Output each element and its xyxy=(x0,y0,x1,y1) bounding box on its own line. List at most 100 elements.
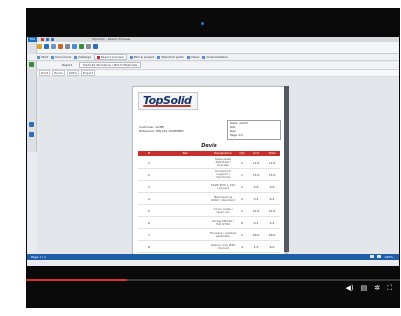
row-number: 8 xyxy=(148,244,150,249)
video-controls: ◀) ▤ ✲ ⛶ xyxy=(345,284,392,292)
row-unit-price: 48.0 xyxy=(252,232,260,237)
print-icon[interactable] xyxy=(44,44,49,49)
reference-line: Reference: PRJ-001 ASSEMBLY xyxy=(139,129,185,133)
row-designation: Screw M6x20 / ISO 4762 xyxy=(211,218,235,226)
open-icon[interactable] xyxy=(37,44,42,49)
layers-icon[interactable] xyxy=(29,122,34,127)
help-icon[interactable] xyxy=(93,44,98,49)
tab-document[interactable]: Document xyxy=(51,55,71,59)
row-number: 2 xyxy=(148,172,150,177)
row-qty: 1 xyxy=(241,160,243,165)
volume-icon[interactable]: ◀) xyxy=(345,284,353,292)
row-unit-price: 15.5 xyxy=(252,172,260,177)
row-number: 3 xyxy=(148,184,150,189)
fullscreen-icon[interactable]: ⛶ xyxy=(387,284,392,292)
cut-icon[interactable] xyxy=(65,44,70,49)
column-header: Total xyxy=(268,151,276,155)
report-select[interactable]: TopSolid Workshop / Bill of Materials xyxy=(78,62,142,68)
row-unit-price: 12.0 xyxy=(252,160,260,165)
customer-info: Customer: ACME Reference: PRJ-001 ASSEMB… xyxy=(139,125,184,133)
table-header: # Ref Designation Qty Unit Total xyxy=(138,151,280,156)
row-number: 6 xyxy=(148,220,150,225)
zoom-level: 100% xyxy=(384,255,393,259)
tab-customization[interactable]: Customization xyxy=(202,55,228,59)
home-icon xyxy=(37,55,40,59)
tab-standard-parts[interactable]: Standard parts xyxy=(157,55,184,59)
column-header: Unit xyxy=(252,151,260,155)
row-qty: 1 xyxy=(241,232,243,237)
document-title: Devis xyxy=(201,143,217,149)
row-unit-price: 22.0 xyxy=(252,208,260,213)
subtitles-icon[interactable]: ▤ xyxy=(361,284,368,292)
row-qty: 1 xyxy=(241,208,243,213)
paste-icon[interactable] xyxy=(58,44,63,49)
refresh-icon[interactable] xyxy=(79,44,84,49)
row-number: 7 xyxy=(148,232,150,237)
table-row: 5 Cover plate / laser cut 1 22.0 22.0 xyxy=(138,205,280,217)
grid-icon[interactable] xyxy=(377,255,382,258)
report-page: TopSolid Date: 12/03 Ref: Rev: Page 1/1 … xyxy=(132,86,286,254)
column-header: # xyxy=(147,151,151,155)
row-unit-price: 3.2 xyxy=(253,196,259,201)
video-progress-bar[interactable] xyxy=(26,279,400,281)
view-icon xyxy=(186,55,190,59)
export-button[interactable]: Export xyxy=(81,70,95,76)
column-header: Ref xyxy=(182,151,188,155)
status-bar: Page 1 / 1 100% xyxy=(27,254,399,260)
catalog-icon xyxy=(73,55,77,59)
document-tabs: Start Document Catalogs Report preview P… xyxy=(27,54,399,61)
tab-catalogs[interactable]: Catalogs xyxy=(73,55,91,59)
zoom-button[interactable]: Zoom xyxy=(51,70,65,76)
save-icon[interactable] xyxy=(41,38,44,41)
row-total: 9.6 xyxy=(269,184,275,189)
zoom-icon[interactable] xyxy=(72,44,77,49)
table-row: 6 Screw M6x20 / ISO 4762 8 0.3 2.4 xyxy=(138,217,280,229)
tab-start[interactable]: Start xyxy=(37,55,48,59)
row-qty: 1 xyxy=(241,172,243,177)
row-designation: Aluminium support / machined xyxy=(214,169,232,179)
zoom-level-select[interactable]: 100% xyxy=(66,70,80,76)
tab-views[interactable]: Views xyxy=(186,55,199,59)
row-designation: Steel plate 200x100 / bracket xyxy=(214,157,232,167)
row-designation: Ball bearing 6204 / standard xyxy=(211,194,235,202)
column-header: Designation xyxy=(214,151,232,155)
app-window: File TopSolid – Report Preview Start Doc… xyxy=(27,37,399,266)
standard-icon xyxy=(157,55,161,59)
row-total: 2.4 xyxy=(269,220,275,225)
vertical-scrollbar[interactable] xyxy=(284,86,289,252)
page-indicator: Page 1 / 1 xyxy=(31,255,46,259)
row-total: 48.0 xyxy=(268,232,276,237)
settings-gear-icon[interactable]: ✲ xyxy=(374,284,380,292)
redo-icon[interactable] xyxy=(51,38,54,41)
tab-part-project[interactable]: Part & project xyxy=(129,55,154,59)
row-qty: 4 xyxy=(241,244,243,249)
row-number: 1 xyxy=(148,160,150,165)
print-button[interactable]: Print xyxy=(39,70,50,76)
tree-icon[interactable] xyxy=(29,62,34,67)
fit-icon[interactable] xyxy=(370,255,375,258)
column-header: Qty xyxy=(239,151,245,155)
logo-swoosh xyxy=(143,105,191,107)
table-row: 1 Steel plate 200x100 / bracket 1 12.0 12.0 xyxy=(138,157,280,169)
preview-toolbar: Print Zoom 100% Export xyxy=(37,70,399,77)
table-row: 2 Aluminium support / machined 1 15.5 15.5 xyxy=(138,169,280,181)
row-unit-price: 4.8 xyxy=(253,184,259,189)
row-designation: Shaft Ø20 x 150 / turned xyxy=(210,182,236,190)
row-qty: 2 xyxy=(241,196,243,201)
row-total: 22.0 xyxy=(268,208,276,213)
properties-icon[interactable] xyxy=(29,132,34,137)
info-line: Page 1/1 xyxy=(230,133,244,137)
table-row: 8 Spacer ring Ø30 / turned 4 1.5 6.0 xyxy=(138,241,280,253)
table-row: 3 Shaft Ø20 x 150 / turned 2 4.8 9.6 xyxy=(138,181,280,193)
table-row: 7 Housing / welded assembly 1 48.0 48.0 xyxy=(138,229,280,241)
row-total: 15.5 xyxy=(268,172,276,177)
tab-report-preview[interactable]: Report preview xyxy=(93,54,127,60)
table-row: 4 Ball bearing 6204 / standard 2 3.2 6.4 xyxy=(138,193,280,205)
info-box: Date: 12/03 Ref: Rev: Page 1/1 xyxy=(227,120,281,140)
customize-icon xyxy=(202,55,206,59)
copy-icon[interactable] xyxy=(51,44,56,49)
row-unit-price: 1.5 xyxy=(253,244,259,249)
undo-icon[interactable] xyxy=(46,38,49,41)
report-label: Report xyxy=(62,63,72,67)
settings-icon[interactable] xyxy=(86,44,91,49)
